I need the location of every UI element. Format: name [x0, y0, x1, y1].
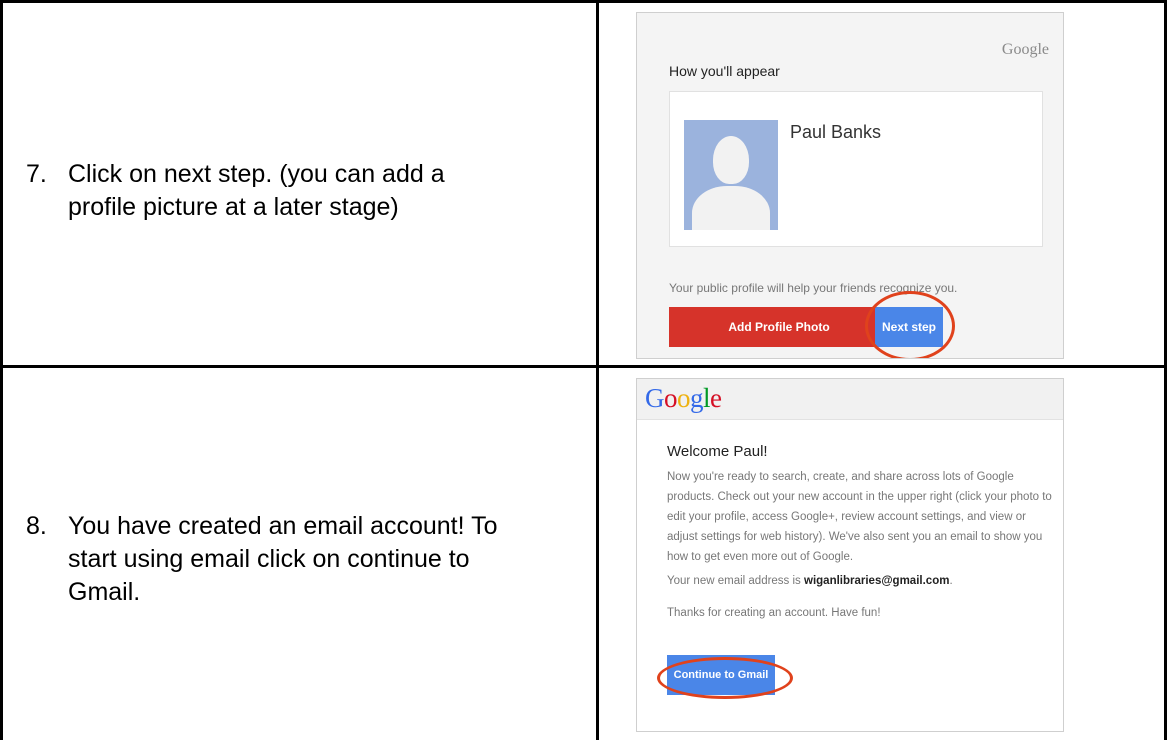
logo-letter-e: e [710, 383, 722, 413]
profile-preview-screenshot: Google How you'll appear Paul Banks Your… [636, 12, 1064, 359]
profile-heading: How you'll appear [669, 63, 780, 79]
highlight-circle [657, 657, 793, 699]
new-email-address: wiganlibraries@gmail.com [804, 575, 950, 587]
thanks-text: Thanks for creating an account. Have fun… [667, 607, 881, 619]
logo-letter-o2: o [677, 383, 691, 413]
logo-letter-o1: o [664, 383, 678, 413]
avatar-head-shape [713, 136, 749, 184]
table-border-top [0, 0, 1167, 3]
profile-card: Paul Banks [669, 91, 1043, 247]
step-7-line-2: profile picture at a later stage) [68, 193, 399, 221]
welcome-body-text: Now you're ready to search, create, and … [667, 471, 1052, 563]
step-8-text: 8. You have created an email account! To… [26, 510, 586, 610]
logo-letter-g2: g [690, 383, 704, 413]
step-8-line-3: Gmail. [68, 578, 141, 606]
highlight-circle [865, 291, 955, 358]
welcome-screenshot: Google Welcome Paul! Now you're ready to… [636, 378, 1064, 732]
avatar-body-shape [692, 186, 770, 230]
profile-name: Paul Banks [790, 122, 882, 142]
step-8-line-2: start using email click on continue to [68, 545, 470, 573]
add-profile-photo-button[interactable]: Add Profile Photo [669, 307, 889, 347]
welcome-greeting: Welcome Paul! [667, 443, 768, 460]
instruction-table: 7. Click on next step. (you can add a pr… [0, 0, 1167, 740]
logo-letter-g: G [645, 383, 665, 413]
google-wordmark: Google [1001, 41, 1049, 58]
table-column-divider [596, 0, 599, 740]
google-logo: Google [645, 383, 722, 414]
step-7-line-1: Click on next step. (you can add a [68, 160, 445, 188]
step-8-number: 8. [26, 512, 47, 540]
logo-letter-l: l [703, 383, 711, 413]
welcome-header-bar: Google [637, 379, 1063, 420]
email-prefix: Your new email address is [667, 575, 805, 587]
new-email-line: Your new email address is wiganlibraries… [667, 575, 953, 587]
table-border-left [0, 0, 3, 740]
step-8-line-1: You have created an email account! To [68, 512, 498, 540]
default-avatar-icon[interactable] [684, 120, 778, 230]
step-7-number: 7. [26, 160, 47, 188]
email-suffix: . [949, 575, 953, 587]
step-7-text: 7. Click on next step. (you can add a pr… [26, 158, 586, 228]
table-row-divider [0, 365, 1167, 368]
